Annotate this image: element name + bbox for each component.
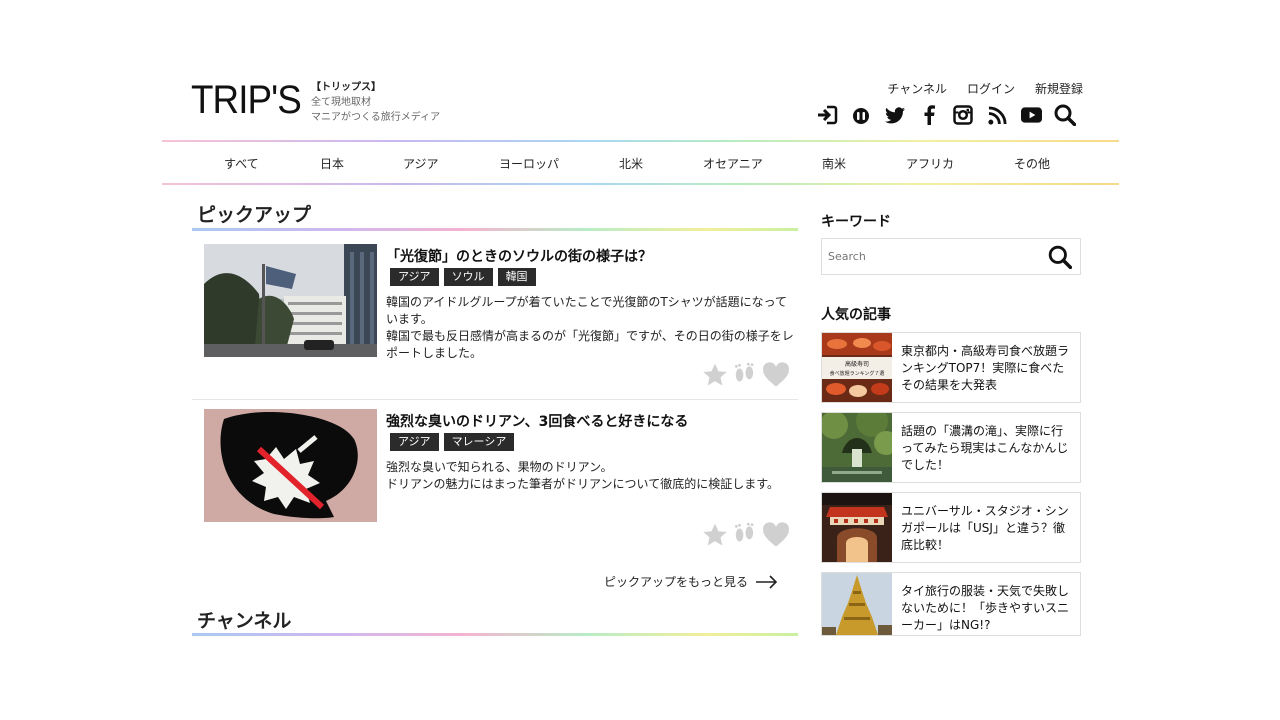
pickup-section-title: ピックアップ bbox=[197, 204, 312, 226]
article-divider bbox=[192, 399, 798, 400]
popular-article-title[interactable]: 話題の「濃溝の滝」、実際に行ってみたら現実はこんなかんじでした！ bbox=[901, 423, 1073, 474]
tag-asia[interactable]: アジア bbox=[390, 268, 439, 286]
search-submit-icon[interactable] bbox=[1048, 245, 1073, 273]
nav-europe[interactable]: ヨーロッパ bbox=[499, 155, 559, 172]
nav-africa[interactable]: アフリカ bbox=[906, 155, 954, 172]
popular-article[interactable]: タイ旅行の服装・天気で失敗しないために！「歩きやすいスニーカー」はNG!? bbox=[821, 572, 1081, 636]
article-description: 韓国のアイドルグループが着ていたことで光復節のTシャツが話題になっています。 韓… bbox=[386, 294, 796, 362]
nav-japan[interactable]: 日本 bbox=[320, 155, 344, 172]
keyword-search bbox=[821, 238, 1081, 275]
login-link[interactable]: ログイン bbox=[967, 80, 1015, 97]
thumb-caption-1: 高級寿司 bbox=[845, 360, 869, 368]
nav-south-america[interactable]: 南米 bbox=[822, 155, 846, 172]
nav-north-america[interactable]: 北米 bbox=[619, 155, 643, 172]
popular-article[interactable]: 話題の「濃溝の滝」、実際に行ってみたら現実はこんなかんじでした！ bbox=[821, 412, 1081, 483]
star-icon[interactable] bbox=[702, 522, 728, 548]
youtube-icon[interactable] bbox=[1020, 104, 1042, 126]
pickup-more-link[interactable]: ピックアップをもっと見る bbox=[604, 573, 778, 590]
pickup-section-underline bbox=[192, 228, 798, 231]
channel-section-title: チャンネル bbox=[197, 610, 292, 632]
tag-asia[interactable]: アジア bbox=[390, 433, 439, 451]
keyword-title: キーワード bbox=[821, 214, 891, 230]
page: TRIP'S 【トリップス】 全て現地取材 マニアがつくる旅行メディア チャンネ… bbox=[162, 0, 1119, 720]
popular-article-title[interactable]: 東京都内・高級寿司食べ放題ランキングTOP7！実際に食べたその結果を大発表 bbox=[901, 343, 1073, 394]
twitter-icon[interactable] bbox=[884, 104, 906, 126]
article-reactions bbox=[702, 362, 790, 388]
channel-section-underline bbox=[192, 633, 798, 636]
tag-malaysia[interactable]: マレーシア bbox=[443, 433, 515, 451]
arrow-right-icon bbox=[756, 574, 778, 589]
footprint-icon[interactable] bbox=[732, 522, 758, 548]
tag-korea[interactable]: 韓国 bbox=[497, 268, 536, 286]
nav-other[interactable]: その他 bbox=[1014, 155, 1050, 172]
login-icon[interactable] bbox=[816, 104, 838, 126]
article-description: 強烈な臭いで知られる、果物のドリアン。 ドリアンの魅力にはまった筆者がドリアンに… bbox=[386, 459, 796, 493]
article-tags: アジア マレーシア bbox=[390, 433, 515, 451]
tag-seoul[interactable]: ソウル bbox=[443, 268, 493, 286]
niconico-icon[interactable] bbox=[850, 104, 872, 126]
popular-thumbnail: 高級寿司 食べ放題ランキング７選 bbox=[822, 333, 892, 402]
signup-link[interactable]: 新規登録 bbox=[1035, 80, 1083, 97]
keyword-search-input[interactable] bbox=[822, 239, 1037, 274]
instagram-icon[interactable] bbox=[952, 104, 974, 126]
header-links: チャンネル ログイン 新規登録 bbox=[887, 80, 1083, 97]
popular-title: 人気の記事 bbox=[821, 307, 891, 323]
pickup-more-label: ピックアップをもっと見る bbox=[604, 575, 749, 589]
nav-all[interactable]: すべて bbox=[224, 155, 259, 172]
rss-icon[interactable] bbox=[986, 104, 1008, 126]
thumb-caption-2: 食べ放題ランキング７選 bbox=[830, 370, 885, 377]
channel-link[interactable]: チャンネル bbox=[887, 80, 947, 97]
popular-article-title[interactable]: タイ旅行の服装・天気で失敗しないために！「歩きやすいスニーカー」はNG!? bbox=[901, 583, 1073, 634]
popular-thumbnail bbox=[822, 573, 892, 635]
article-desc-line: 韓国のアイドルグループが着ていたことで光復節のTシャツが話題になっています。 bbox=[386, 295, 788, 326]
site-tagline: 【トリップス】 全て現地取材 マニアがつくる旅行メディア bbox=[311, 80, 440, 125]
popular-thumbnail bbox=[822, 413, 892, 482]
header-icons bbox=[816, 104, 1076, 126]
article-reactions bbox=[702, 522, 790, 548]
article-title[interactable]: 強烈な臭いのドリアン、3回食べると好きになる bbox=[386, 411, 688, 431]
article-title[interactable]: 「光復節」のときのソウルの街の様子は？ bbox=[386, 246, 652, 266]
tagline-name: 【トリップス】 bbox=[311, 82, 381, 93]
site-logo[interactable]: TRIP'S bbox=[191, 80, 302, 120]
heart-icon[interactable] bbox=[762, 522, 790, 548]
article-card[interactable]: 「光復節」のときのソウルの街の様子は？ アジア ソウル 韓国 韓国のアイドルグル… bbox=[192, 244, 798, 394]
search-icon[interactable] bbox=[1054, 104, 1076, 126]
article-card[interactable]: 強烈な臭いのドリアン、3回食べると好きになる アジア マレーシア 強烈な臭いで知… bbox=[192, 409, 798, 559]
nav-bottom-border bbox=[162, 183, 1119, 185]
popular-article-title[interactable]: ユニバーサル・スタジオ・シンガポールは「USJ」と違う？徹底比較！ bbox=[901, 503, 1073, 554]
nav-asia[interactable]: アジア bbox=[403, 155, 439, 172]
tagline-line2: マニアがつくる旅行メディア bbox=[311, 112, 441, 123]
category-nav: すべて 日本 アジア ヨーロッパ 北米 オセアニア 南米 アフリカ その他 bbox=[162, 142, 1119, 183]
popular-article[interactable]: 高級寿司 食べ放題ランキング７選 東京都内・高級寿司食べ放題ランキングTOP7！… bbox=[821, 332, 1081, 403]
tagline-line1: 全て現地取材 bbox=[311, 97, 371, 108]
popular-thumbnail bbox=[822, 493, 892, 562]
article-thumbnail[interactable] bbox=[204, 244, 377, 357]
article-thumbnail[interactable] bbox=[204, 409, 377, 522]
star-icon[interactable] bbox=[702, 362, 728, 388]
article-desc-line: ドリアンの魅力にはまった筆者がドリアンについて徹底的に検証します。 bbox=[386, 477, 780, 491]
nav-oceania[interactable]: オセアニア bbox=[703, 155, 763, 172]
article-desc-line: 強烈な臭いで知られる、果物のドリアン。 bbox=[386, 460, 613, 474]
footprint-icon[interactable] bbox=[732, 362, 758, 388]
facebook-icon[interactable] bbox=[918, 104, 940, 126]
article-desc-line: 韓国で最も反日感情が高まるのが「光復節」ですが、その日の街の様子をレポートしまし… bbox=[386, 329, 794, 360]
article-tags: アジア ソウル 韓国 bbox=[390, 268, 536, 286]
heart-icon[interactable] bbox=[762, 362, 790, 388]
popular-article[interactable]: ユニバーサル・スタジオ・シンガポールは「USJ」と違う？徹底比較！ bbox=[821, 492, 1081, 563]
